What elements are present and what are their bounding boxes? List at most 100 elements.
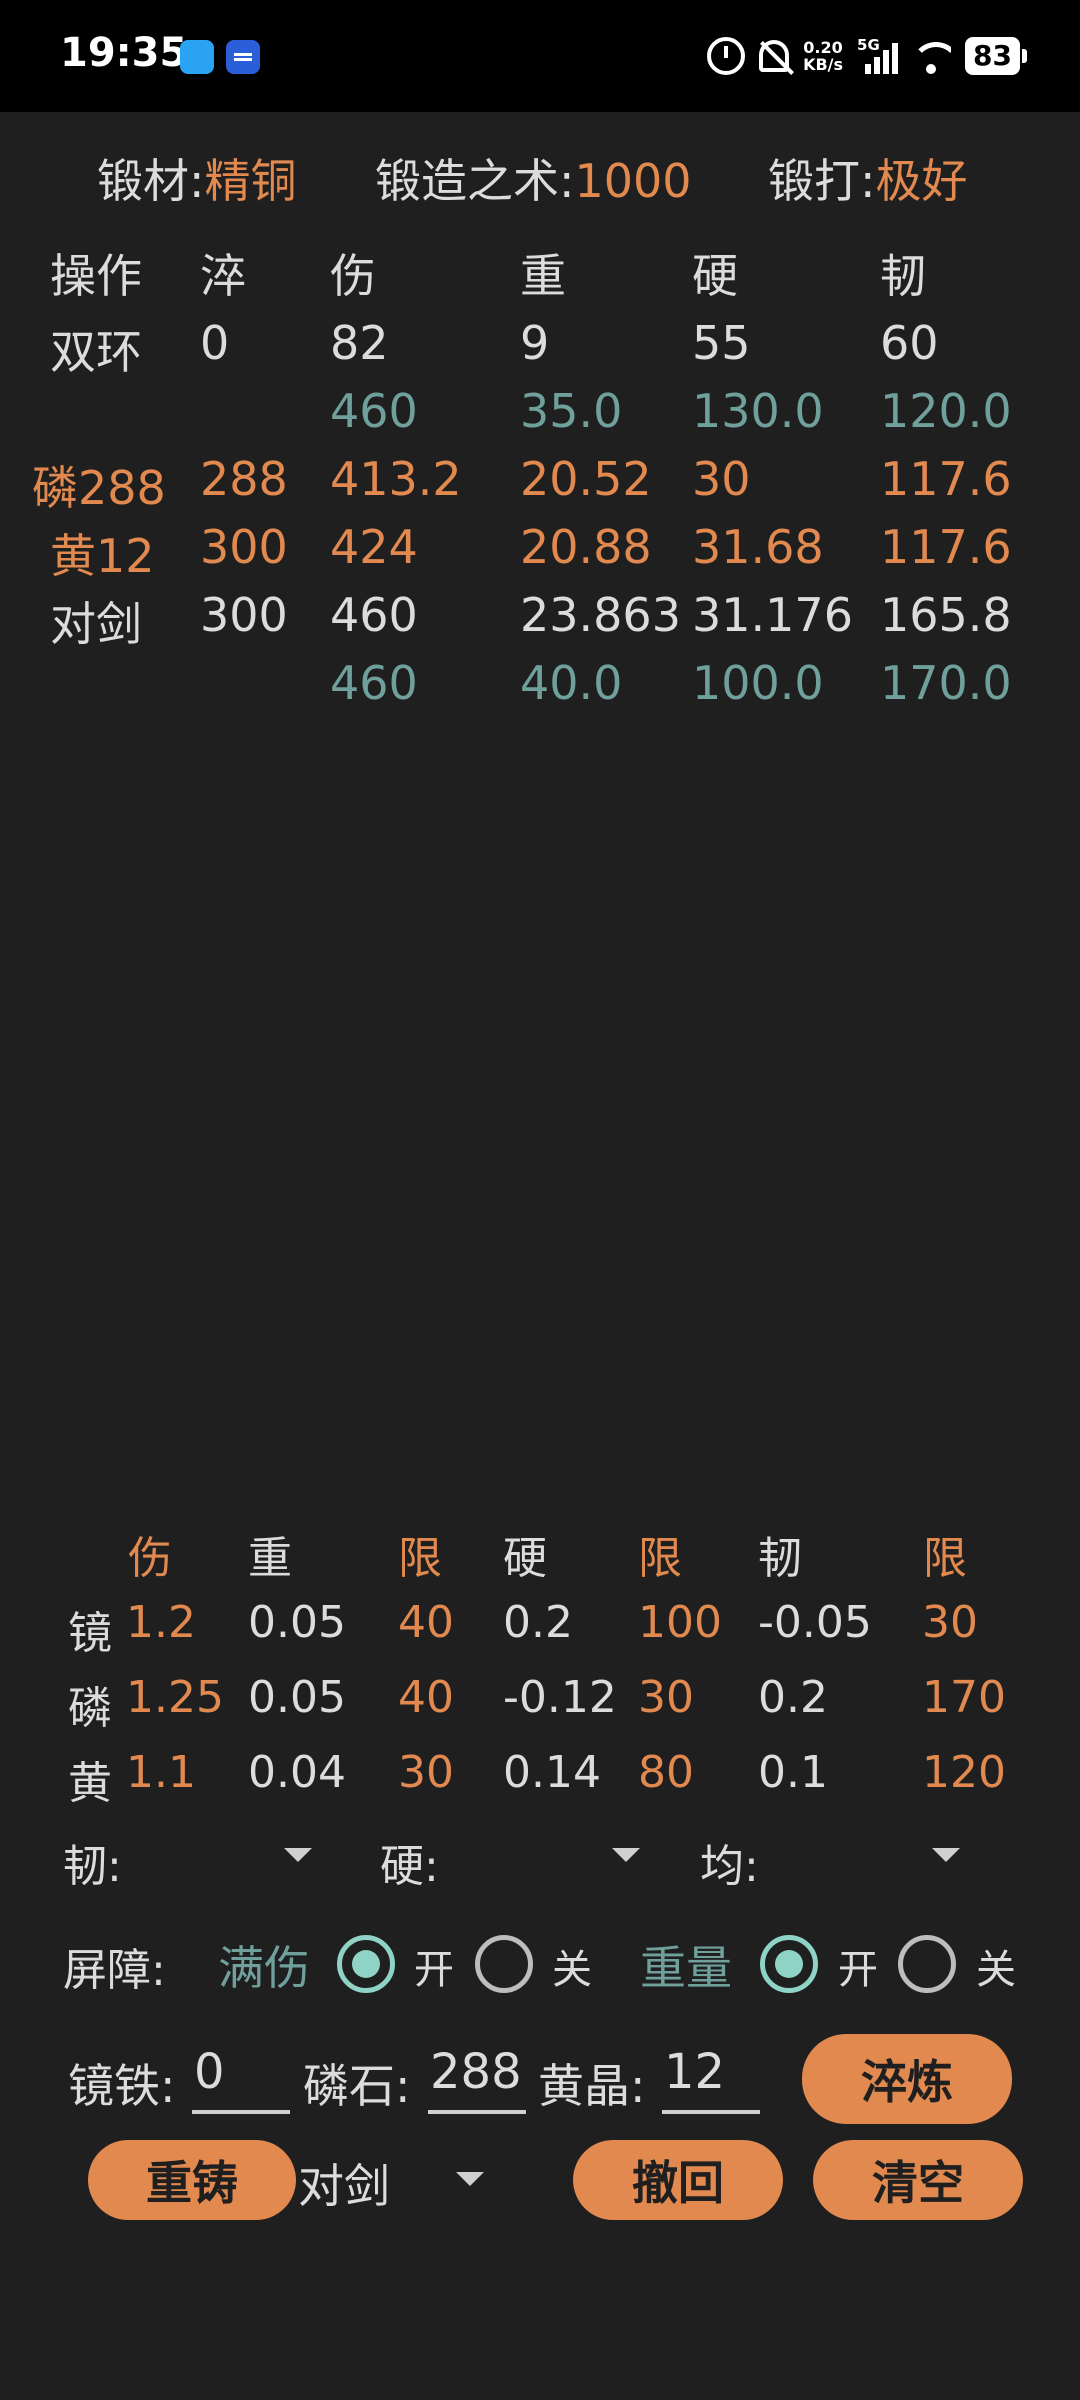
table-cell: 300: [200, 588, 288, 642]
clock: 19:35: [60, 30, 188, 76]
table-cell-limit: 170.0: [880, 656, 1012, 710]
coef-cell: 170: [922, 1672, 1006, 1723]
weight-off-radio[interactable]: [898, 1935, 956, 1993]
toughness-dropdown-label: 韧:: [63, 1841, 122, 1892]
coef-header-limit: 限: [923, 1533, 967, 1584]
col-header-toughness: 韧: [880, 249, 926, 303]
coef-row-label: 磷: [68, 1683, 112, 1734]
radio-label: 开: [838, 1947, 878, 1993]
clear-button[interactable]: 清空: [813, 2140, 1023, 2220]
coef-header-limit: 限: [638, 1533, 682, 1584]
chevron-down-icon: [932, 1848, 960, 1862]
table-cell: 60: [880, 316, 939, 370]
coef-cell: 30: [398, 1747, 454, 1798]
table-cell: 20.88: [520, 520, 652, 574]
weather-app-icon: [180, 40, 214, 74]
table-cell: 双环: [50, 325, 142, 379]
coef-header-limit: 限: [398, 1533, 442, 1584]
weight-on-radio[interactable]: [760, 1935, 818, 1993]
app-notification-icon: [226, 40, 260, 74]
coef-cell: 40: [398, 1597, 454, 1648]
table-cell: 30: [692, 452, 751, 506]
yellow-crystal-label: 黄晶:: [538, 2059, 646, 2113]
skill-info: 锻造之术:1000: [375, 154, 692, 208]
full-damage-off-radio[interactable]: [475, 1935, 533, 1993]
col-header-quench: 淬: [200, 249, 246, 303]
weapon-select-value: 对剑: [298, 2159, 390, 2213]
table-cell-limit: 100.0: [692, 656, 824, 710]
phosphor-stone-input[interactable]: 288: [428, 2044, 526, 2114]
table-cell: 460: [330, 588, 418, 642]
quench-button[interactable]: 淬炼: [802, 2034, 1012, 2124]
mirror-iron-input[interactable]: 0: [192, 2044, 290, 2114]
recast-button[interactable]: 重铸: [88, 2140, 296, 2220]
col-header-weight: 重: [520, 249, 566, 303]
table-cell: 31.68: [692, 520, 824, 574]
full-damage-label: 满伤: [218, 1941, 310, 1995]
coef-cell: 0.04: [248, 1747, 346, 1798]
coef-cell: 0.1: [758, 1747, 828, 1798]
col-header-hardness: 硬: [692, 249, 738, 303]
table-cell: 0: [200, 316, 230, 370]
wifi-icon: [911, 36, 952, 76]
coef-cell: 1.1: [126, 1747, 196, 1798]
cellular-signal-icon: 5G: [857, 36, 899, 76]
coef-row-label: 镜: [68, 1608, 112, 1659]
table-cell: 165.8: [880, 588, 1012, 642]
table-cell: 82: [330, 316, 389, 370]
table-cell: 55: [692, 316, 751, 370]
col-header-damage: 伤: [330, 249, 376, 303]
weight-label: 重量: [640, 1941, 732, 1995]
chevron-down-icon: [456, 2172, 484, 2186]
coef-cell: 1.25: [126, 1672, 224, 1723]
even-dropdown-label: 均:: [700, 1841, 759, 1892]
coef-cell: 0.2: [503, 1597, 573, 1648]
table-cell-limit: 120.0: [880, 384, 1012, 438]
coef-header-toughness: 韧: [758, 1533, 802, 1584]
barrier-label: 屏障:: [63, 1945, 166, 1996]
table-cell: 413.2: [330, 452, 462, 506]
material-info: 锻材:精铜: [97, 154, 297, 208]
status-bar: 19:35 0.20 KB/s 5G 83: [0, 0, 1080, 112]
table-cell: 288: [200, 452, 288, 506]
alarm-icon: [707, 37, 746, 75]
battery-icon: 83: [965, 37, 1027, 75]
coef-cell: 0.2: [758, 1672, 828, 1723]
coef-cell: 40: [398, 1672, 454, 1723]
coef-cell: 0.05: [248, 1597, 346, 1648]
coef-cell: 120: [922, 1747, 1006, 1798]
coef-cell: -0.12: [503, 1672, 617, 1723]
table-cell: 117.6: [880, 520, 1012, 574]
forge-info: 锻打:极好: [768, 154, 968, 208]
coef-cell: -0.05: [758, 1597, 872, 1648]
full-damage-on-radio[interactable]: [337, 1935, 395, 1993]
table-cell-limit: 40.0: [520, 656, 623, 710]
table-cell-limit: 130.0: [692, 384, 824, 438]
table-cell-limit: 35.0: [520, 384, 623, 438]
network-speed: 0.20 KB/s: [803, 38, 844, 74]
undo-button[interactable]: 撤回: [573, 2140, 783, 2220]
hardness-dropdown-label: 硬:: [380, 1841, 439, 1892]
radio-label: 关: [552, 1947, 592, 1993]
coef-cell: 1.2: [126, 1597, 196, 1648]
table-cell: 黄12: [50, 529, 155, 583]
chevron-down-icon: [612, 1848, 640, 1862]
col-header-operation: 操作: [50, 249, 142, 303]
radio-label: 关: [976, 1947, 1016, 1993]
coef-cell: 0.14: [503, 1747, 601, 1798]
table-cell: 20.52: [520, 452, 652, 506]
chevron-down-icon: [284, 1848, 312, 1862]
coef-header-damage: 伤: [128, 1533, 172, 1584]
table-cell: 117.6: [880, 452, 1012, 506]
coef-cell: 30: [922, 1597, 978, 1648]
table-cell-limit: 460: [330, 384, 418, 438]
table-cell: 300: [200, 520, 288, 574]
coef-row-label: 黄: [68, 1758, 112, 1809]
coef-header-weight: 重: [248, 1533, 292, 1584]
coef-cell: 100: [638, 1597, 722, 1648]
yellow-crystal-input[interactable]: 12: [662, 2044, 760, 2114]
table-cell: 23.863: [520, 588, 681, 642]
table-cell: 9: [520, 316, 550, 370]
mirror-iron-label: 镜铁:: [68, 2059, 176, 2113]
table-cell: 磷288: [32, 461, 166, 515]
